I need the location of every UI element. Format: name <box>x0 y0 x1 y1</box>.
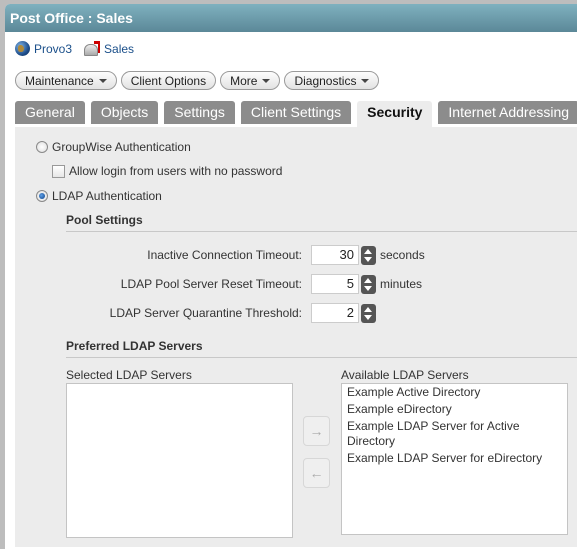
chevron-down-icon <box>98 78 107 83</box>
client-options-button[interactable]: Client Options <box>120 71 217 90</box>
list-item[interactable]: Example LDAP Server for Active Directory <box>342 418 567 450</box>
more-menu-button[interactable]: More <box>220 71 281 90</box>
tab-bar: General Objects Settings Client Settings… <box>15 101 577 127</box>
list-item[interactable]: Example LDAP Server for eDirectory <box>342 450 567 467</box>
tab-general[interactable]: General <box>15 101 85 124</box>
breadcrumb: Provo3 Sales <box>15 41 134 56</box>
add-server-button[interactable]: → <box>303 416 330 446</box>
available-servers-list[interactable]: Example Active Directory Example eDirect… <box>341 383 568 535</box>
selected-servers-label: Selected LDAP Servers <box>66 368 192 382</box>
reset-timeout-label: LDAP Pool Server Reset Timeout: <box>120 277 302 291</box>
security-panel: GroupWise Authentication Allow login fro… <box>15 127 577 547</box>
breadcrumb-domain-label: Provo3 <box>34 41 73 56</box>
post-office-window: Post Office : Sales Provo3 Sales Mainten… <box>5 4 577 549</box>
groupwise-auth-radio[interactable] <box>36 141 48 153</box>
groupwise-auth-option[interactable]: GroupWise Authentication <box>36 140 191 154</box>
remove-server-button[interactable]: ← <box>303 458 330 488</box>
inactive-timeout-unit: seconds <box>380 248 425 262</box>
preferred-ldap-heading: Preferred LDAP Servers <box>66 339 203 353</box>
arrow-left-icon: ← <box>309 465 324 481</box>
tab-security[interactable]: Security <box>357 101 433 127</box>
quarantine-threshold-input[interactable]: 2 <box>311 303 359 323</box>
chevron-down-icon <box>361 78 370 83</box>
chevron-down-icon <box>262 78 271 83</box>
ldap-auth-option[interactable]: LDAP Authentication <box>36 189 162 203</box>
pool-settings-heading: Pool Settings <box>66 213 143 227</box>
list-item[interactable]: Example eDirectory <box>342 401 567 418</box>
diagnostics-menu-button[interactable]: Diagnostics <box>284 71 380 90</box>
allow-no-password-option[interactable]: Allow login from users with no password <box>52 164 282 178</box>
quarantine-threshold-row: LDAP Server Quarantine Threshold: 2 <box>105 303 376 323</box>
selected-servers-list[interactable] <box>66 383 293 538</box>
reset-timeout-input[interactable]: 5 <box>311 274 359 294</box>
groupwise-auth-label: GroupWise Authentication <box>52 140 191 154</box>
allow-no-password-checkbox[interactable] <box>52 164 65 178</box>
tab-objects[interactable]: Objects <box>90 101 159 124</box>
reset-timeout-row: LDAP Pool Server Reset Timeout: 5 minute… <box>105 274 422 294</box>
tab-client-settings[interactable]: Client Settings <box>240 101 352 124</box>
divider <box>66 231 577 232</box>
list-item[interactable]: Example Active Directory <box>342 384 567 401</box>
post-office-icon <box>84 41 101 56</box>
inactive-timeout-spinner[interactable] <box>361 245 376 265</box>
breadcrumb-post-office[interactable]: Sales <box>84 41 134 56</box>
reset-timeout-unit: minutes <box>380 277 423 291</box>
tab-settings[interactable]: Settings <box>164 101 235 124</box>
tab-internet-addressing[interactable]: Internet Addressing <box>438 101 577 124</box>
quarantine-threshold-spinner[interactable] <box>361 303 376 323</box>
available-servers-label: Available LDAP Servers <box>341 368 469 382</box>
client-options-label: Client Options <box>130 73 207 88</box>
action-bar: Maintenance Client Options More Diagnost… <box>15 71 380 90</box>
diagnostics-label: Diagnostics <box>294 73 357 88</box>
window-title: Post Office : Sales <box>5 4 577 32</box>
globe-icon <box>15 41 30 56</box>
quarantine-threshold-label: LDAP Server Quarantine Threshold: <box>109 306 302 320</box>
ldap-auth-label: LDAP Authentication <box>52 189 162 203</box>
breadcrumb-post-office-label: Sales <box>104 41 135 56</box>
maintenance-label: Maintenance <box>25 73 94 88</box>
reset-timeout-spinner[interactable] <box>361 274 376 294</box>
ldap-auth-radio[interactable] <box>36 190 48 202</box>
inactive-timeout-label: Inactive Connection Timeout: <box>147 248 302 262</box>
inactive-timeout-input[interactable]: 30 <box>311 245 359 265</box>
more-label: More <box>230 73 258 88</box>
breadcrumb-domain[interactable]: Provo3 <box>15 41 72 56</box>
divider <box>66 357 577 358</box>
maintenance-menu-button[interactable]: Maintenance <box>15 71 117 90</box>
inactive-timeout-row: Inactive Connection Timeout: 30 seconds <box>105 245 425 265</box>
allow-no-password-label: Allow login from users with no password <box>69 164 283 178</box>
arrow-right-icon: → <box>309 423 324 439</box>
